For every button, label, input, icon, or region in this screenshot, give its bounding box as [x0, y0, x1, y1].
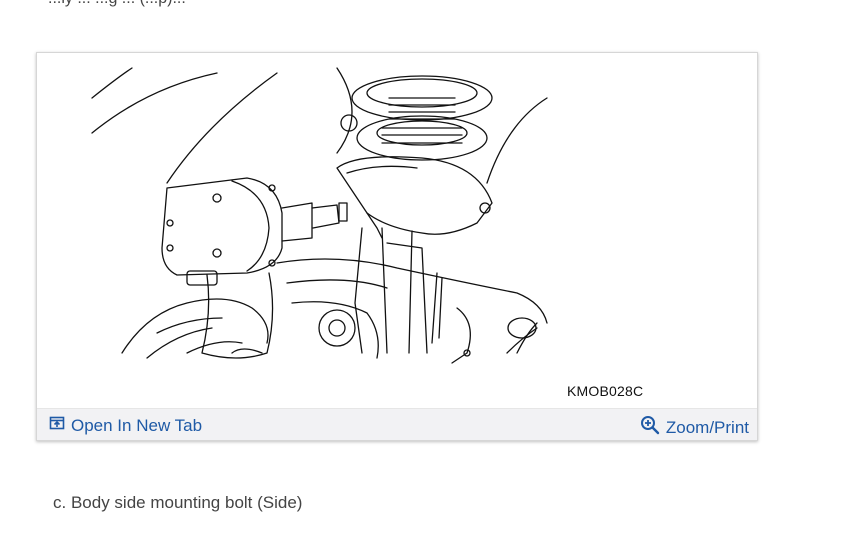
- open-new-tab-icon: [49, 415, 65, 436]
- open-in-new-tab-button[interactable]: Open In New Tab: [49, 415, 202, 436]
- zoom-magnifier-icon: [640, 415, 660, 440]
- figure-illustration[interactable]: [37, 53, 757, 408]
- figure-card: KMOB028C Open In New Tab Zoom/Print: [36, 52, 758, 441]
- figure-caption: c. Body side mounting bolt (Side): [53, 493, 303, 512]
- truncated-top-text: ...ly ... ...g ... (...p)...: [48, 0, 186, 8]
- zoom-print-button[interactable]: Zoom/Print: [640, 415, 749, 440]
- figure-toolbar: Open In New Tab Zoom/Print: [37, 408, 757, 440]
- zoom-print-label: Zoom/Print: [665, 417, 749, 437]
- open-in-new-tab-label: Open In New Tab: [71, 415, 203, 435]
- figure-reference-code: KMOB028C: [567, 383, 644, 399]
